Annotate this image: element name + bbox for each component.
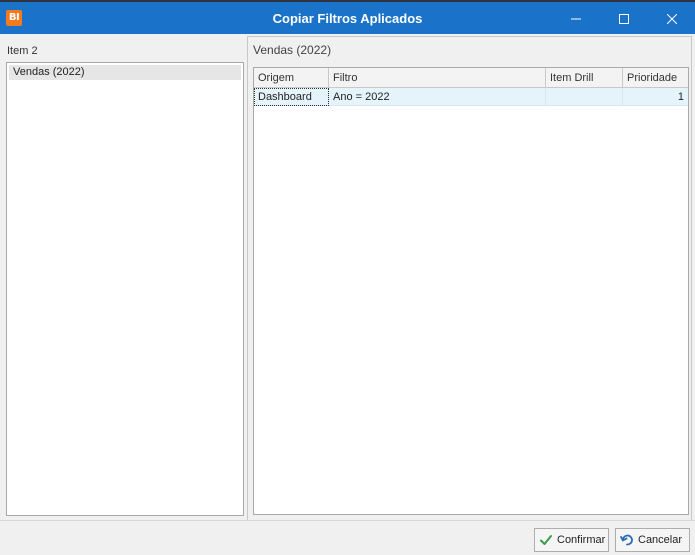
column-header-origem[interactable]: Origem [254, 68, 329, 88]
maximize-icon [619, 14, 629, 24]
undo-icon [620, 534, 633, 546]
cell-prioridade[interactable]: 1 [623, 88, 688, 106]
minimize-button[interactable] [553, 4, 599, 34]
filters-panel: Vendas (2022) Origem Filtro Item Drill P… [247, 36, 692, 521]
column-header-filtro[interactable]: Filtro [329, 68, 546, 88]
left-panel-label: Item 2 [7, 45, 38, 57]
checkmark-icon [540, 535, 552, 545]
confirm-button[interactable]: Confirmar [534, 528, 609, 552]
cell-item-drill[interactable] [546, 88, 623, 106]
title-bar: BI Copiar Filtros Aplicados [0, 0, 695, 34]
footer-divider [0, 520, 695, 521]
item-list[interactable]: Vendas (2022) [6, 62, 244, 516]
table-row[interactable]: Dashboard Ano = 2022 1 [254, 88, 688, 106]
filters-panel-title: Vendas (2022) [253, 43, 332, 57]
cell-filtro[interactable]: Ano = 2022 [329, 88, 546, 106]
cancel-button-label: Cancelar [638, 534, 683, 546]
confirm-button-label: Confirmar [557, 534, 606, 546]
cell-origem[interactable]: Dashboard [254, 88, 329, 106]
column-header-prioridade[interactable]: Prioridade [623, 68, 688, 88]
close-icon [667, 14, 677, 24]
close-button[interactable] [649, 4, 695, 34]
filters-grid[interactable]: Origem Filtro Item Drill Prioridade Dash… [253, 67, 689, 515]
list-item[interactable]: Vendas (2022) [9, 65, 241, 80]
maximize-button[interactable] [601, 4, 647, 34]
minimize-icon [571, 18, 581, 20]
cancel-button[interactable]: Cancelar [615, 528, 690, 552]
column-header-item-drill[interactable]: Item Drill [546, 68, 623, 88]
grid-header: Origem Filtro Item Drill Prioridade [254, 68, 688, 88]
